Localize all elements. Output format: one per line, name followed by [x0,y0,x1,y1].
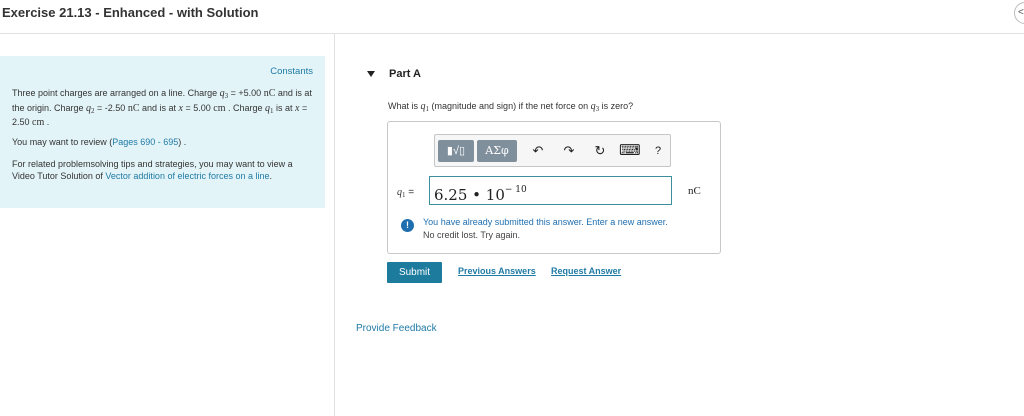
answer-unit: nC [688,185,701,197]
problem-intro-text: Three point charges are arranged on a li… [12,88,312,128]
page-title: Exercise 21.13 - Enhanced - with Solutio… [2,5,259,20]
question-text: What is q1 (magnitude and sign) if the n… [388,101,634,113]
answer-input[interactable]: 6.25 • 10− 10 [429,176,672,205]
alert-icon: ! [401,219,414,232]
greek-symbols-button[interactable]: ΑΣφ [477,140,517,162]
math-toolbar: ▮√▯ ΑΣφ ↶ ↷ ↻ ⌨ ? [434,134,671,167]
reset-icon[interactable]: ↻ [591,141,609,161]
problem-statement-panel: Constants Three point charges are arrang… [0,56,325,208]
q1-symbol: q1 [265,102,274,115]
help-icon[interactable]: ? [649,141,667,161]
templates-button[interactable]: ▮√▯ [438,140,474,162]
alert-submessage: No credit lost. Try again. [423,230,521,240]
previous-answers-link[interactable]: Previous Answers [458,266,536,276]
undo-icon[interactable]: ↶ [529,141,547,161]
part-label: Part A [389,68,421,80]
constants-link[interactable]: Constants [270,66,313,78]
column-divider [334,34,335,416]
request-answer-link[interactable]: Request Answer [551,266,621,276]
q2-symbol: q2 [86,102,95,115]
nav-back-button[interactable]: < [1014,2,1024,24]
video-tutor-link[interactable]: Vector addition of electric forces on a … [105,171,269,181]
related-text: For related problemsolving tips and stra… [12,159,293,181]
provide-feedback-link[interactable]: Provide Feedback [356,323,437,334]
q3-symbol: q3 [219,88,229,100]
header-bar: Exercise 21.13 - Enhanced - with Solutio… [0,0,1024,34]
pages-link[interactable]: Pages 690 - 695 [112,137,178,147]
alert-message: You have already submitted this answer. … [423,217,668,227]
submit-button[interactable]: Submit [387,262,442,283]
redo-icon[interactable]: ↷ [560,141,578,161]
answer-variable-label: q1 = [397,187,415,199]
keyboard-icon[interactable]: ⌨ [619,141,641,161]
answer-box: ▮√▯ ΑΣφ ↶ ↷ ↻ ⌨ ? q1 = 6.25 • 10− 10 nC … [387,121,721,254]
review-text: You may want to review (Pages 690 - 695)… [12,137,187,147]
collapse-triangle-icon[interactable] [367,71,375,77]
